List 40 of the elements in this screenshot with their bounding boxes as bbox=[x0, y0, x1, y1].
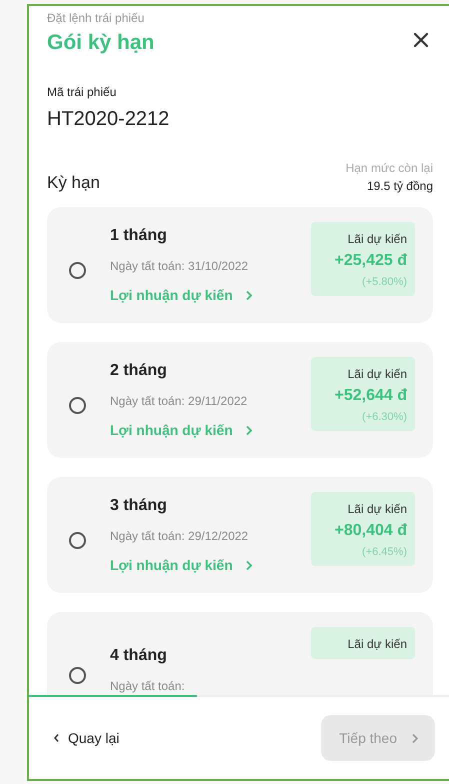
term-card[interactable]: 1 tháng Ngày tất toán: 31/10/2022 Lợi nhuận dự kiến Lãi dự kiến +25,425 đ (+5.80%) bbox=[47, 207, 433, 323]
radio-button[interactable] bbox=[69, 666, 86, 684]
interest-label: Lãi dự kiến bbox=[346, 502, 407, 516]
chevron-right-icon bbox=[244, 560, 253, 570]
radio-button[interactable] bbox=[69, 396, 86, 414]
chevron-left-icon bbox=[53, 733, 60, 743]
interest-amount: +25,425 đ bbox=[334, 252, 407, 270]
radio-button[interactable] bbox=[69, 262, 86, 278]
term-label: 3 tháng bbox=[110, 497, 168, 515]
section-title: Kỳ hạn bbox=[47, 173, 100, 193]
chevron-right-icon bbox=[411, 732, 419, 744]
field-label: Mã trái phiếu bbox=[47, 85, 118, 99]
close-icon bbox=[413, 32, 429, 48]
interest-label: Lãi dự kiến bbox=[346, 367, 407, 381]
bond-code: HT2020-2212 bbox=[47, 108, 170, 131]
interest-amount: +52,644 đ bbox=[334, 387, 407, 405]
chevron-right-icon bbox=[244, 290, 253, 300]
back-button[interactable]: Quay lại bbox=[53, 730, 120, 746]
limit-label: Hạn mức còn lại bbox=[346, 161, 433, 175]
interest-rate: (+6.30%) bbox=[361, 411, 407, 423]
term-label: 2 tháng bbox=[110, 362, 168, 380]
limit-value: 19.5 tỷ đồng bbox=[366, 179, 433, 193]
interest-rate: (+5.80%) bbox=[361, 276, 407, 288]
interest-amount: +80,404 đ bbox=[334, 522, 407, 540]
chevron-right-icon bbox=[244, 424, 253, 436]
interest-rate: (+6.45%) bbox=[361, 546, 407, 558]
interest-label: Lãi dự kiến bbox=[346, 637, 407, 651]
dialog-title: Gói kỳ hạn bbox=[47, 31, 154, 55]
term-label: 1 tháng bbox=[110, 227, 168, 245]
settlement-date: Ngày tất toán: bbox=[110, 679, 186, 693]
settlement-date: Ngày tất toán: 29/11/2022 bbox=[110, 394, 248, 408]
interest-label: Lãi dự kiến bbox=[346, 232, 407, 246]
settlement-date: Ngày tất toán: 29/12/2022 bbox=[110, 529, 250, 543]
term-card[interactable]: 3 tháng Ngày tất toán: 29/12/2022 Lợi nhuận dự kiến Lãi dự kiến +80,404 đ (+6.45%) bbox=[47, 477, 433, 593]
term-label: 4 tháng bbox=[110, 647, 168, 665]
term-card[interactable]: 4 tháng Ngày tất toán: Lãi dự kiến bbox=[47, 612, 433, 695]
settlement-date: Ngày tất toán: 31/10/2022 bbox=[110, 259, 250, 273]
radio-button[interactable] bbox=[69, 532, 86, 548]
subtitle: Đặt lệnh trái phiếu bbox=[47, 11, 146, 25]
term-card[interactable]: 2 tháng Ngày tất toán: 29/11/2022 Lợi nhuận dự kiến Lãi dự kiến +52,644 đ (+6.30%) bbox=[47, 342, 433, 458]
